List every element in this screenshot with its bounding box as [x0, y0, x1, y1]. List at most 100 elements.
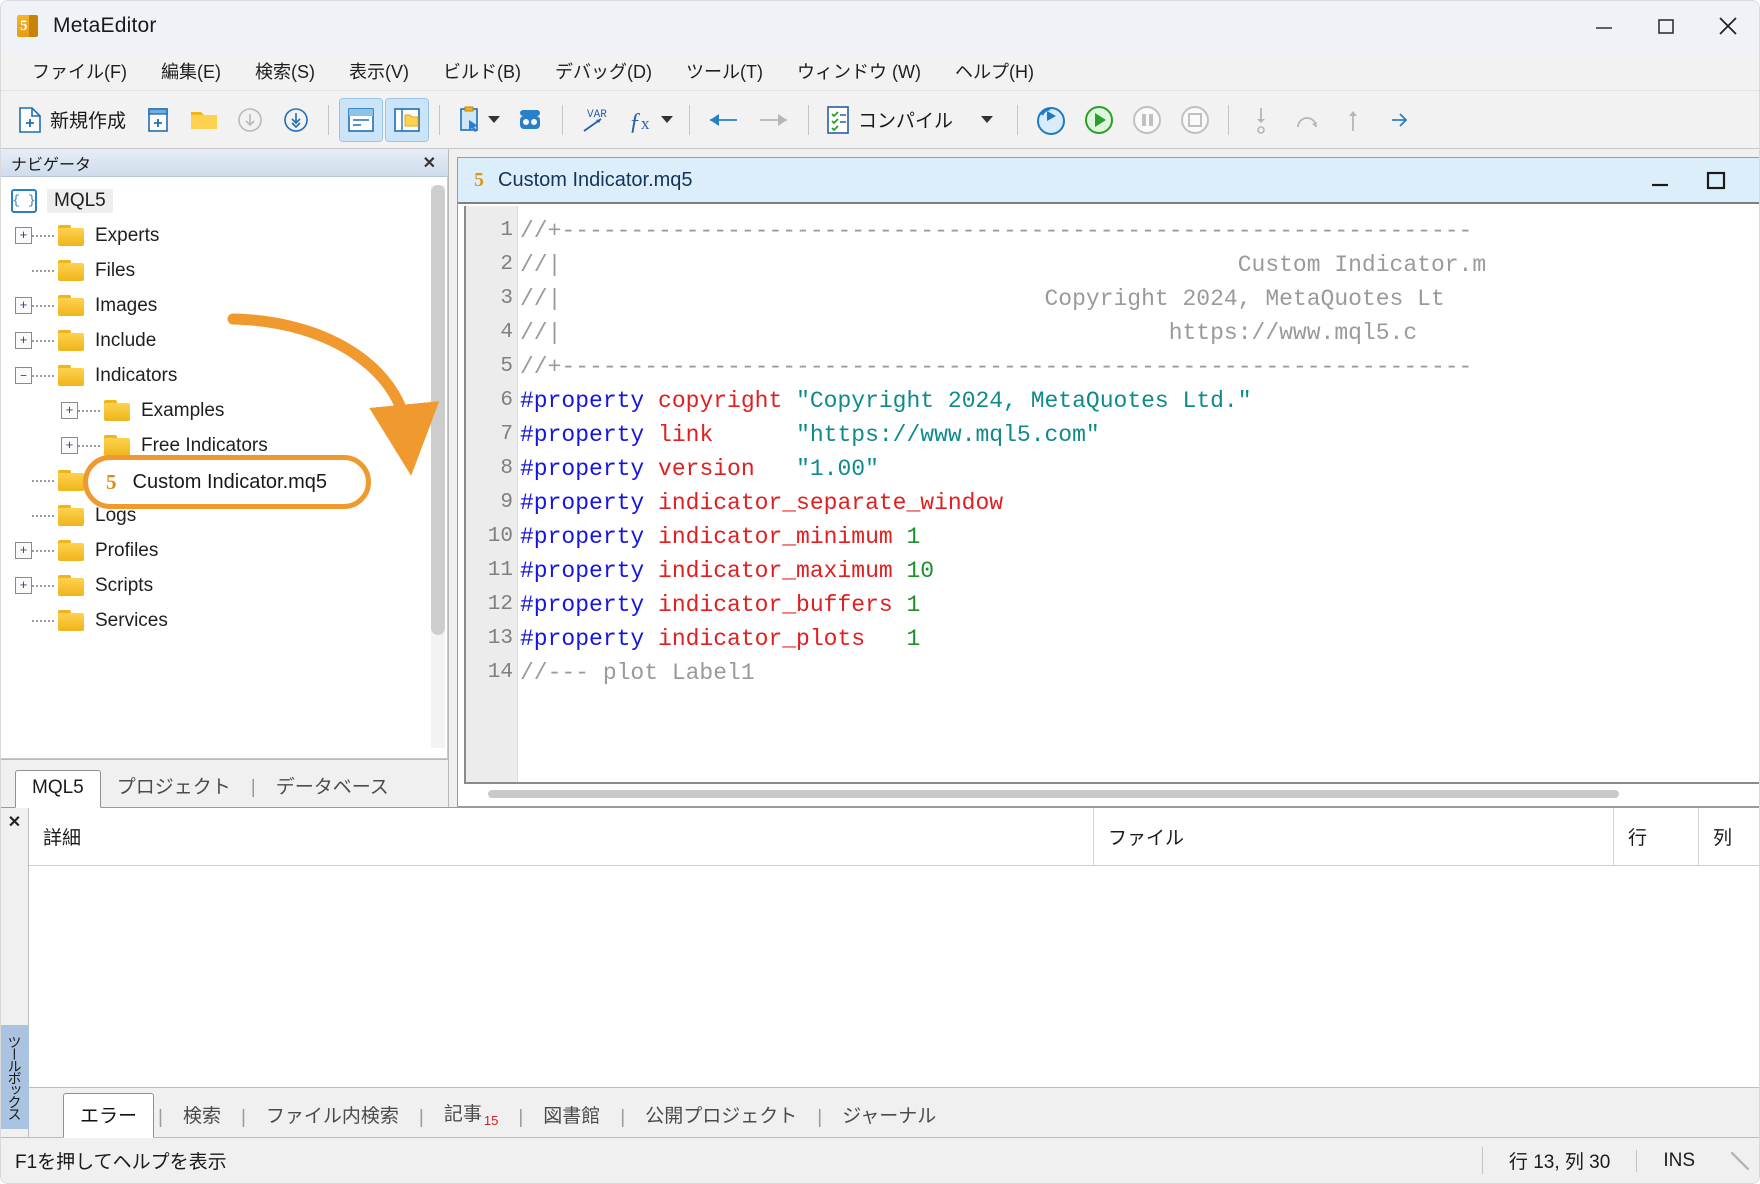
tree-item-services[interactable]: Services [1, 603, 447, 638]
menu-build[interactable]: ビルド(B) [426, 54, 538, 88]
editor-maximize-button[interactable] [1705, 169, 1727, 191]
open-folder-button[interactable] [182, 98, 226, 142]
chevron-down-icon[interactable] [981, 116, 994, 123]
debug-start-button[interactable] [1076, 98, 1122, 142]
code-line[interactable]: #property copyright "Copyright 2024, Met… [520, 384, 1759, 418]
expand-icon[interactable]: + [15, 297, 32, 314]
expand-icon[interactable]: + [15, 542, 32, 559]
menu-tools[interactable]: ツール(T) [669, 54, 780, 88]
code-line[interactable]: #property link "https://www.mql5.com" [520, 418, 1759, 452]
debug-pause-button[interactable] [1124, 98, 1170, 142]
variable-button[interactable]: VAR [573, 98, 619, 142]
navigator-scrollbar-thumb[interactable] [431, 185, 445, 635]
expand-icon[interactable]: + [61, 402, 78, 419]
code-line[interactable]: //| https://www.mql5.c [520, 316, 1759, 350]
navigator-tab-mql5[interactable]: MQL5 [15, 770, 101, 808]
menu-view[interactable]: 表示(V) [332, 54, 426, 88]
toolbox-tab-0[interactable]: エラー [63, 1093, 155, 1138]
toolbox-tab-1[interactable]: 検索 [167, 1094, 237, 1137]
tree-item-libraries[interactable]: Libraries [1, 463, 447, 498]
toggle-navigator-button[interactable] [385, 97, 430, 142]
compile-button[interactable]: コンパイル [819, 98, 961, 142]
minimize-button[interactable] [1573, 1, 1635, 51]
expand-icon[interactable]: + [15, 577, 32, 594]
tree-item-files[interactable]: Files [1, 253, 447, 288]
tree-item-scripts[interactable]: + Scripts [1, 568, 447, 603]
toolbox-tab-3[interactable]: 記事 15 [428, 1092, 514, 1137]
toolbox-tab-6[interactable]: ジャーナル [826, 1094, 952, 1137]
tree-item-include[interactable]: + Include [1, 323, 447, 358]
code-line[interactable]: #property indicator_separate_window [520, 486, 1759, 520]
step-into-button[interactable] [1239, 98, 1283, 142]
tree-item-indicators[interactable]: – Indicators [1, 358, 447, 393]
expand-icon[interactable]: + [15, 332, 32, 349]
debug-restart-button[interactable] [1028, 98, 1074, 142]
code-horizontal-scrollbar-thumb[interactable] [488, 790, 1619, 798]
new-document-button[interactable] [136, 98, 180, 142]
code-content[interactable]: //+-------------------------------------… [518, 206, 1759, 782]
menu-help[interactable]: ヘルプ(H) [938, 54, 1051, 88]
column-line[interactable]: 行 [1614, 808, 1699, 865]
code-line[interactable]: #property indicator_buffers 1 [520, 588, 1759, 622]
debug-stop-button[interactable] [1172, 98, 1218, 142]
navigator-tab-database[interactable]: データベース [260, 766, 405, 807]
robot-button[interactable] [508, 98, 552, 142]
function-button[interactable]: ƒ x [621, 98, 679, 142]
tree-item-examples[interactable]: + Examples [1, 393, 447, 428]
column-col[interactable]: 列 [1699, 808, 1759, 865]
editor-minimize-button[interactable] [1649, 169, 1671, 191]
code-line[interactable]: #property version "1.00" [520, 452, 1759, 486]
menu-window[interactable]: ウィンドウ (W) [780, 54, 938, 88]
code-horizontal-scrollbar[interactable] [458, 784, 1759, 806]
tree-root-mql5[interactable]: { } MQL5 [1, 183, 447, 218]
toggle-panel-button[interactable] [339, 97, 384, 142]
expand-icon[interactable]: + [15, 227, 32, 244]
forward-button[interactable] [750, 98, 798, 142]
code-line[interactable]: #property indicator_plots 1 [520, 622, 1759, 656]
code-line[interactable]: #property indicator_minimum 1 [520, 520, 1759, 554]
save-button[interactable] [228, 98, 272, 142]
navigator-tab-project[interactable]: プロジェクト [101, 766, 247, 807]
code-line[interactable]: //--- plot Label1 [520, 656, 1759, 690]
menu-edit[interactable]: 編集(E) [144, 54, 238, 88]
code-line[interactable]: #property indicator_maximum 10 [520, 554, 1759, 588]
navigator-tree[interactable]: { } MQL5 + Experts Files + Images + Include – In… [1, 177, 448, 759]
menu-file[interactable]: ファイル(F) [15, 54, 144, 88]
code-line[interactable]: //+-------------------------------------… [520, 350, 1759, 384]
chevron-down-icon[interactable] [661, 116, 674, 123]
tree-item-experts[interactable]: + Experts [1, 218, 447, 253]
toolbox-tab-5[interactable]: 公開プロジェクト [629, 1094, 813, 1137]
code-editor[interactable]: 1 2 3 4 5 6 7 8 9 10 11 12 13 14 //+-----------------… [464, 206, 1759, 784]
maximize-button[interactable] [1635, 1, 1697, 51]
code-line[interactable]: //+-------------------------------------… [520, 214, 1759, 248]
code-line[interactable]: //| Custom Indicator.m [520, 248, 1759, 282]
toolbox-tab-4[interactable]: 図書館 [527, 1094, 616, 1137]
column-detail[interactable]: 詳細 [29, 808, 1094, 865]
navigator-close-icon[interactable]: ✕ [417, 153, 442, 173]
toolbox-tab-2[interactable]: ファイル内検索 [250, 1094, 415, 1137]
close-button[interactable] [1697, 1, 1759, 51]
compile-dropdown[interactable] [963, 98, 1007, 142]
toolbox-close-icon[interactable]: ✕ [8, 812, 21, 832]
column-file[interactable]: ファイル [1094, 808, 1614, 865]
new-file-button[interactable]: 新規作成 [11, 98, 134, 142]
resize-grip[interactable] [1731, 1151, 1749, 1170]
tree-item-logs[interactable]: Logs [1, 498, 447, 533]
toolbox-list[interactable] [29, 866, 1759, 1087]
chevron-down-icon[interactable] [488, 116, 501, 123]
navigator-scrollbar[interactable] [431, 185, 445, 748]
step-out-button[interactable] [1331, 98, 1375, 142]
tree-item-free-indicators[interactable]: + Free Indicators [1, 428, 447, 463]
menu-debug[interactable]: デバッグ(D) [538, 54, 669, 88]
step-over-button[interactable] [1285, 98, 1329, 142]
collapse-icon[interactable]: – [15, 367, 32, 384]
tree-item-profiles[interactable]: + Profiles [1, 533, 447, 568]
menu-search[interactable]: 検索(S) [238, 54, 332, 88]
save-all-button[interactable] [274, 98, 318, 142]
more-toolbar-button[interactable] [1377, 98, 1421, 142]
clipboard-button[interactable] [450, 98, 506, 142]
code-line[interactable]: //| Copyright 2024, MetaQuotes Lt [520, 282, 1759, 316]
back-button[interactable] [700, 98, 748, 142]
expand-icon[interactable]: + [61, 437, 78, 454]
tree-item-images[interactable]: + Images [1, 288, 447, 323]
